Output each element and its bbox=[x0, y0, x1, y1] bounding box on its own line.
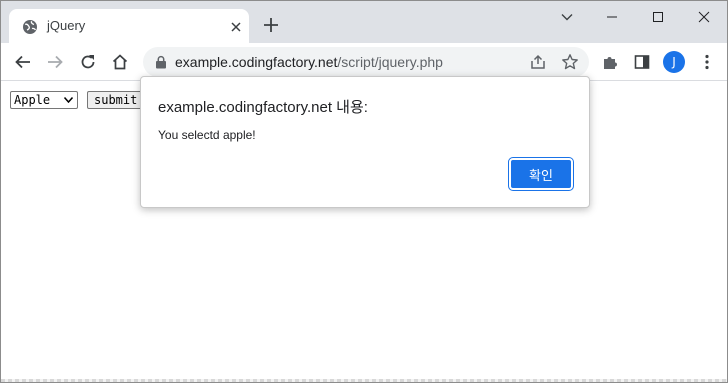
menu-icon bbox=[705, 54, 709, 70]
minimize-icon bbox=[607, 16, 617, 18]
maximize-button[interactable] bbox=[635, 1, 681, 33]
maximize-icon bbox=[653, 12, 663, 22]
bottom-edge bbox=[1, 379, 727, 382]
reload-button[interactable] bbox=[76, 50, 100, 74]
home-icon bbox=[112, 54, 128, 70]
forward-button[interactable] bbox=[43, 50, 67, 74]
side-panel-button[interactable] bbox=[630, 50, 654, 74]
chevron-down-icon bbox=[64, 97, 73, 103]
url-path: /script/jquery.php bbox=[337, 54, 443, 70]
home-button[interactable] bbox=[108, 50, 132, 74]
chevron-down-icon bbox=[561, 14, 573, 21]
back-icon bbox=[15, 55, 30, 69]
back-button[interactable] bbox=[11, 50, 35, 74]
minimize-button[interactable] bbox=[589, 1, 635, 33]
close-icon[interactable] bbox=[228, 19, 244, 35]
forward-icon bbox=[48, 55, 63, 69]
address-bar[interactable]: example.codingfactory.net/script/jquery.… bbox=[143, 47, 589, 77]
lock-icon[interactable] bbox=[155, 55, 167, 69]
star-icon[interactable] bbox=[561, 53, 579, 71]
close-icon bbox=[698, 11, 710, 23]
tab-title: jQuery bbox=[47, 18, 86, 33]
alert-dialog: example.codingfactory.net 내용: You select… bbox=[140, 76, 590, 208]
reload-icon bbox=[81, 55, 95, 69]
dialog-title: example.codingfactory.net 내용: bbox=[158, 99, 368, 116]
extensions-icon bbox=[604, 57, 617, 69]
url-host: example.codingfactory.net bbox=[175, 54, 338, 70]
menu-button[interactable] bbox=[695, 50, 719, 74]
globe-icon bbox=[23, 20, 37, 34]
fruit-select[interactable]: Apple bbox=[10, 91, 78, 109]
fruit-select-value: Apple bbox=[14, 93, 51, 107]
browser-window: jQuery example.codingfactory.net/script/… bbox=[0, 0, 728, 383]
plus-icon[interactable] bbox=[261, 15, 281, 35]
share-icon[interactable] bbox=[529, 53, 547, 71]
dialog-message: You selectd apple! bbox=[158, 128, 256, 142]
tab-strip: jQuery bbox=[1, 1, 727, 43]
avatar[interactable]: J bbox=[663, 51, 685, 73]
url-text: example.codingfactory.net/script/jquery.… bbox=[175, 54, 443, 70]
window-close-button[interactable] bbox=[681, 1, 727, 33]
tab-jquery[interactable]: jQuery bbox=[9, 9, 249, 43]
ok-button[interactable]: 확인 bbox=[508, 157, 574, 191]
tab-search-button[interactable] bbox=[544, 1, 590, 33]
side-panel-icon bbox=[634, 55, 650, 69]
extensions-button[interactable] bbox=[598, 50, 622, 74]
